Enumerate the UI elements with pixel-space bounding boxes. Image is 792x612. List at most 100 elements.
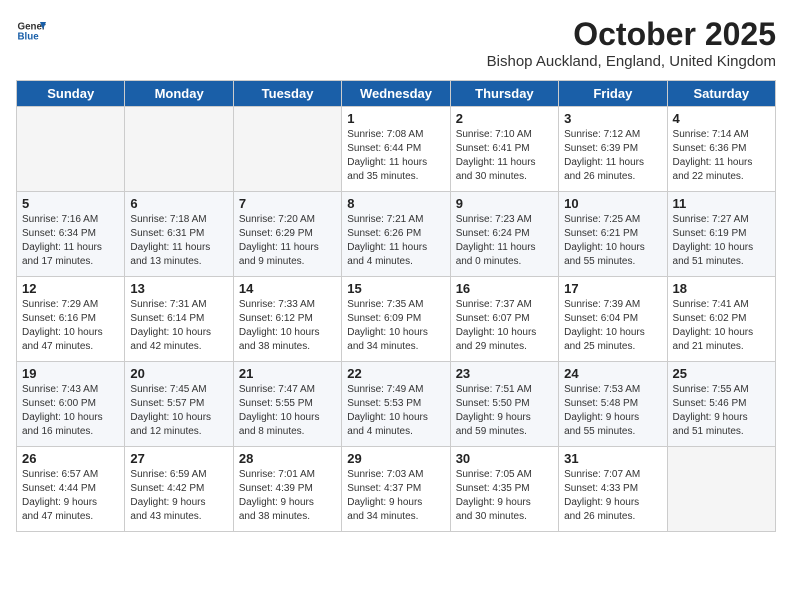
day-info: Sunrise: 7:45 AM Sunset: 5:57 PM Dayligh… xyxy=(130,383,227,439)
day-number: 5 xyxy=(22,196,119,211)
logo: General Blue xyxy=(16,16,46,46)
calendar-cell xyxy=(125,107,233,192)
calendar-cell: 2 Sunrise: 7:10 AM Sunset: 6:41 PM Daylig… xyxy=(450,107,558,192)
day-number: 10 xyxy=(564,196,661,211)
calendar-cell: 18 Sunrise: 7:41 AM Sunset: 6:02 PM Dayli… xyxy=(667,277,775,362)
day-info: Sunrise: 7:37 AM Sunset: 6:07 PM Dayligh… xyxy=(456,298,553,354)
header: General Blue October 2025 Bishop Aucklan… xyxy=(16,16,776,70)
calendar-cell: 4Sunrise: 7:14 AM Sunset: 6:36 PM Daylig… xyxy=(667,107,775,192)
day-info: Sunrise: 7:10 AM Sunset: 6:41 PM Dayligh… xyxy=(456,128,553,184)
day-info: Sunrise: 7:08 AM Sunset: 6:44 PM Dayligh… xyxy=(347,128,444,184)
day-info: Sunrise: 7:51 AM Sunset: 5:50 PM Dayligh… xyxy=(456,383,553,439)
calendar-cell: 1 Sunrise: 7:08 AM Sunset: 6:44 PM Daylig… xyxy=(342,107,450,192)
day-info: Sunrise: 7:25 AM Sunset: 6:21 PM Dayligh… xyxy=(564,213,661,269)
week-row-4: 19 Sunrise: 7:43 AM Sunset: 6:00 PM Dayli… xyxy=(17,362,776,447)
calendar-cell: 31Sunrise: 7:07 AM Sunset: 4:33 PM Dayli… xyxy=(559,447,667,532)
title-area: October 2025 Bishop Auckland, England, U… xyxy=(487,16,776,70)
day-info: Sunrise: 7:39 AM Sunset: 6:04 PM Dayligh… xyxy=(564,298,661,354)
calendar-cell: 28Sunrise: 7:01 AM Sunset: 4:39 PM Dayli… xyxy=(233,447,341,532)
calendar-cell: 29Sunrise: 7:03 AM Sunset: 4:37 PM Dayli… xyxy=(342,447,450,532)
day-info: Sunrise: 7:41 AM Sunset: 6:02 PM Dayligh… xyxy=(673,298,770,354)
day-number: 6 xyxy=(130,196,227,211)
day-number: 19 xyxy=(22,366,119,381)
calendar-cell: 25 Sunrise: 7:55 AM Sunset: 5:46 PM Dayli… xyxy=(667,362,775,447)
day-info: Sunrise: 7:16 AM Sunset: 6:34 PM Dayligh… xyxy=(22,213,119,269)
day-number: 21 xyxy=(239,366,336,381)
day-number: 20 xyxy=(130,366,227,381)
day-number: 27 xyxy=(130,451,227,466)
logo-icon: General Blue xyxy=(16,16,46,46)
location-title: Bishop Auckland, England, United Kingdom xyxy=(487,53,776,70)
week-row-3: 12Sunrise: 7:29 AM Sunset: 6:16 PM Dayli… xyxy=(17,277,776,362)
calendar-cell: 10 Sunrise: 7:25 AM Sunset: 6:21 PM Dayli… xyxy=(559,192,667,277)
day-number: 1 xyxy=(347,111,444,126)
day-info: Sunrise: 7:43 AM Sunset: 6:00 PM Dayligh… xyxy=(22,383,119,439)
day-info: Sunrise: 7:33 AM Sunset: 6:12 PM Dayligh… xyxy=(239,298,336,354)
day-info: Sunrise: 7:23 AM Sunset: 6:24 PM Dayligh… xyxy=(456,213,553,269)
day-info: Sunrise: 6:57 AM Sunset: 4:44 PM Dayligh… xyxy=(22,468,119,524)
header-day-tuesday: Tuesday xyxy=(233,81,341,107)
day-number: 23 xyxy=(456,366,553,381)
day-info: Sunrise: 7:27 AM Sunset: 6:19 PM Dayligh… xyxy=(673,213,770,269)
day-number: 17 xyxy=(564,281,661,296)
day-number: 22 xyxy=(347,366,444,381)
day-number: 28 xyxy=(239,451,336,466)
calendar-cell: 17 Sunrise: 7:39 AM Sunset: 6:04 PM Dayli… xyxy=(559,277,667,362)
day-info: Sunrise: 7:55 AM Sunset: 5:46 PM Dayligh… xyxy=(673,383,770,439)
day-info: Sunrise: 7:29 AM Sunset: 6:16 PM Dayligh… xyxy=(22,298,119,354)
header-day-wednesday: Wednesday xyxy=(342,81,450,107)
calendar-cell: 12Sunrise: 7:29 AM Sunset: 6:16 PM Dayli… xyxy=(17,277,125,362)
days-header-row: SundayMondayTuesdayWednesdayThursdayFrid… xyxy=(17,81,776,107)
day-number: 15 xyxy=(347,281,444,296)
day-number: 18 xyxy=(673,281,770,296)
day-info: Sunrise: 7:05 AM Sunset: 4:35 PM Dayligh… xyxy=(456,468,553,524)
day-info: Sunrise: 7:47 AM Sunset: 5:55 PM Dayligh… xyxy=(239,383,336,439)
header-day-friday: Friday xyxy=(559,81,667,107)
day-info: Sunrise: 7:03 AM Sunset: 4:37 PM Dayligh… xyxy=(347,468,444,524)
month-title: October 2025 xyxy=(487,16,776,53)
day-info: Sunrise: 7:18 AM Sunset: 6:31 PM Dayligh… xyxy=(130,213,227,269)
day-number: 30 xyxy=(456,451,553,466)
day-number: 2 xyxy=(456,111,553,126)
calendar-cell: 26 Sunrise: 6:57 AM Sunset: 4:44 PM Dayli… xyxy=(17,447,125,532)
day-number: 7 xyxy=(239,196,336,211)
calendar-cell: 21 Sunrise: 7:47 AM Sunset: 5:55 PM Dayli… xyxy=(233,362,341,447)
day-number: 11 xyxy=(673,196,770,211)
day-number: 26 xyxy=(22,451,119,466)
day-number: 3 xyxy=(564,111,661,126)
calendar-cell: 8 Sunrise: 7:21 AM Sunset: 6:26 PM Daylig… xyxy=(342,192,450,277)
calendar-cell xyxy=(667,447,775,532)
day-info: Sunrise: 7:35 AM Sunset: 6:09 PM Dayligh… xyxy=(347,298,444,354)
day-info: Sunrise: 7:07 AM Sunset: 4:33 PM Dayligh… xyxy=(564,468,661,524)
header-day-thursday: Thursday xyxy=(450,81,558,107)
calendar-cell: 19 Sunrise: 7:43 AM Sunset: 6:00 PM Dayli… xyxy=(17,362,125,447)
day-number: 8 xyxy=(347,196,444,211)
calendar-cell: 9 Sunrise: 7:23 AM Sunset: 6:24 PM Daylig… xyxy=(450,192,558,277)
calendar-cell: 30 Sunrise: 7:05 AM Sunset: 4:35 PM Dayli… xyxy=(450,447,558,532)
calendar-cell: 13 Sunrise: 7:31 AM Sunset: 6:14 PM Dayli… xyxy=(125,277,233,362)
header-day-monday: Monday xyxy=(125,81,233,107)
day-number: 4 xyxy=(673,111,770,126)
day-number: 13 xyxy=(130,281,227,296)
week-row-5: 26 Sunrise: 6:57 AM Sunset: 4:44 PM Dayli… xyxy=(17,447,776,532)
header-day-sunday: Sunday xyxy=(17,81,125,107)
calendar-table: SundayMondayTuesdayWednesdayThursdayFrid… xyxy=(16,80,776,532)
calendar-cell xyxy=(17,107,125,192)
calendar-cell: 27Sunrise: 6:59 AM Sunset: 4:42 PM Dayli… xyxy=(125,447,233,532)
calendar-cell xyxy=(233,107,341,192)
calendar-cell: 15 Sunrise: 7:35 AM Sunset: 6:09 PM Dayli… xyxy=(342,277,450,362)
day-number: 14 xyxy=(239,281,336,296)
day-number: 9 xyxy=(456,196,553,211)
calendar-cell: 24Sunrise: 7:53 AM Sunset: 5:48 PM Dayli… xyxy=(559,362,667,447)
svg-text:Blue: Blue xyxy=(18,31,40,42)
day-info: Sunrise: 7:53 AM Sunset: 5:48 PM Dayligh… xyxy=(564,383,661,439)
calendar-cell: 20 Sunrise: 7:45 AM Sunset: 5:57 PM Dayli… xyxy=(125,362,233,447)
day-number: 25 xyxy=(673,366,770,381)
day-info: Sunrise: 7:21 AM Sunset: 6:26 PM Dayligh… xyxy=(347,213,444,269)
day-info: Sunrise: 7:12 AM Sunset: 6:39 PM Dayligh… xyxy=(564,128,661,184)
calendar-cell: 5 Sunrise: 7:16 AM Sunset: 6:34 PM Daylig… xyxy=(17,192,125,277)
day-info: Sunrise: 7:31 AM Sunset: 6:14 PM Dayligh… xyxy=(130,298,227,354)
week-row-2: 5 Sunrise: 7:16 AM Sunset: 6:34 PM Daylig… xyxy=(17,192,776,277)
day-info: Sunrise: 7:49 AM Sunset: 5:53 PM Dayligh… xyxy=(347,383,444,439)
calendar-cell: 14 Sunrise: 7:33 AM Sunset: 6:12 PM Dayli… xyxy=(233,277,341,362)
